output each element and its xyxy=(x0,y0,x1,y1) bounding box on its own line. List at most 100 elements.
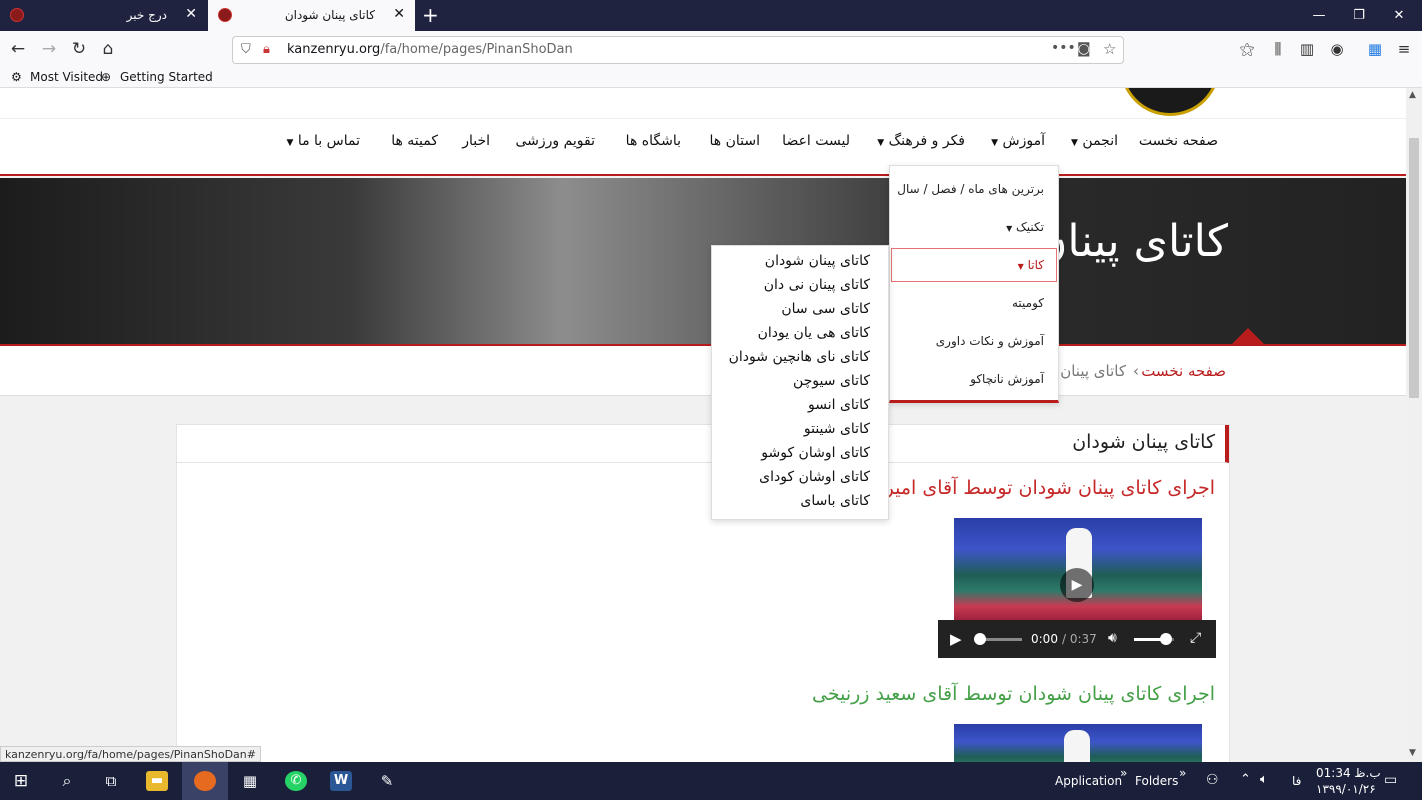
seek-track[interactable] xyxy=(980,638,1022,641)
sidebar-icon[interactable]: ▥ xyxy=(1296,39,1318,59)
kata-item[interactable]: کاتای اوشان کودای xyxy=(759,469,870,485)
url-text[interactable]: kanzenryu.org/fa/home/pages/PinanShoDan xyxy=(287,42,573,57)
file-explorer-icon[interactable]: ▬ xyxy=(146,771,168,791)
url-bar[interactable]: ⛉ 🔒︎ kanzenryu.org/fa/home/pages/PinanSh… xyxy=(232,36,1124,64)
scroll-up-icon[interactable]: ▲ xyxy=(1409,90,1416,100)
menu-item-provinces[interactable]: استان ها xyxy=(710,133,761,149)
calculator-icon[interactable]: ▦ xyxy=(239,771,261,791)
pocket-icon[interactable]: ◙ xyxy=(1077,41,1091,57)
chevron-icon[interactable]: » xyxy=(1120,766,1127,780)
forward-icon[interactable]: → xyxy=(38,39,60,59)
caret-down-icon: ▼ xyxy=(1017,262,1024,271)
scrollbar-thumb[interactable] xyxy=(1409,138,1419,398)
menu-item-association[interactable]: انجمن ▼ xyxy=(1071,133,1118,149)
scroll-down-icon[interactable]: ▼ xyxy=(1409,748,1416,758)
windows-start-icon[interactable]: ⊞ xyxy=(10,771,32,791)
kata-item[interactable]: کاتای انسو xyxy=(808,397,870,413)
shield-icon[interactable]: ⛉ xyxy=(241,42,251,57)
dropdown-item-technique[interactable]: تکنیک ▼ xyxy=(1006,220,1044,234)
url-path: /fa/home/pages/PinanShoDan xyxy=(380,42,573,57)
clock-time[interactable]: 01:34 ب.ظ xyxy=(1316,766,1381,780)
dropdown-item-kata[interactable]: کاتا ▼ xyxy=(1018,258,1044,272)
video-controls-1: ▶ 0:00 / 0:37 🔊︎ ⤢ xyxy=(938,620,1216,658)
word-icon[interactable]: W xyxy=(330,771,352,791)
kata-item[interactable]: کاتای پینان نی دان xyxy=(764,277,870,293)
video-title-2[interactable]: اجرای کاتای پینان شودان توسط آقای سعید ز… xyxy=(812,683,1215,705)
dropdown-item-nunchaku[interactable]: آموزش نانچاکو xyxy=(970,372,1044,386)
play-overlay-icon[interactable]: ▶ xyxy=(1060,568,1094,602)
bookmark-getting-started[interactable]: Getting Started xyxy=(120,70,213,84)
search-icon[interactable]: ⌕ xyxy=(56,771,78,791)
tab-active[interactable]: کاتای پینان شودان ✕ xyxy=(208,0,415,31)
clock-date[interactable]: ۱۳۹۹/۰۱/۲۶ xyxy=(1316,782,1376,796)
people-icon[interactable]: ⚇ xyxy=(1206,772,1219,788)
fullscreen-icon[interactable]: ⤢ xyxy=(1190,630,1201,646)
video-player-1[interactable]: ▶ xyxy=(954,518,1202,622)
whatsapp-icon[interactable]: ✆ xyxy=(285,771,307,791)
tab-inactive[interactable]: درج خبر ✕ xyxy=(0,0,207,31)
hero-banner: کاتای پینان شودان xyxy=(0,178,1406,346)
paint-icon[interactable]: ✎ xyxy=(376,771,398,791)
menu-item-home[interactable]: صفحه نخست xyxy=(1139,133,1218,149)
taskbar-toolbar-application[interactable]: Application xyxy=(1055,774,1122,788)
breadcrumb-home[interactable]: صفحه نخست xyxy=(1141,362,1226,380)
bookmark-most-visited[interactable]: Most Visited xyxy=(30,70,103,84)
menu-icon[interactable]: ≡ xyxy=(1393,39,1415,59)
menu-item-members[interactable]: لیست اعضا xyxy=(782,133,850,149)
volume-icon[interactable]: 🔊︎ xyxy=(1108,630,1117,646)
menu-item-calendar[interactable]: تقویم ورزشی xyxy=(515,133,595,149)
extensions-icon[interactable]: ▦ xyxy=(1364,39,1386,59)
bookmarks-toolbar: ⚙ Most Visited ⊕ Getting Started xyxy=(0,67,1422,88)
kata-item[interactable]: کاتای سی سان xyxy=(781,301,870,317)
kata-item[interactable]: کاتای باسای xyxy=(800,493,870,509)
breadcrumb-separator: › xyxy=(1133,362,1139,380)
tray-expand-icon[interactable]: ⌃ xyxy=(1240,772,1251,787)
page-scrollbar[interactable]: ▲ ▼ xyxy=(1406,88,1422,762)
hero-marker xyxy=(1230,328,1266,346)
bookmark-star-icon[interactable]: ☆ xyxy=(1103,40,1116,58)
taskbar-toolbar-folders[interactable]: Folders xyxy=(1135,774,1178,788)
menu-item-committees[interactable]: کمیته ها xyxy=(391,133,438,149)
reading-list-icon[interactable]: ⚝ xyxy=(1236,39,1258,59)
kata-item[interactable]: کاتای نای هانچین شودان xyxy=(729,349,870,365)
kata-item[interactable]: کاتای اوشان کوشو xyxy=(761,445,870,461)
volume-handle[interactable] xyxy=(1160,633,1172,645)
kata-item[interactable]: کاتای هی یان یودان xyxy=(758,325,870,341)
firefox-icon xyxy=(194,771,216,791)
more-icon[interactable]: ••• xyxy=(1051,40,1076,56)
reload-icon[interactable]: ↻ xyxy=(68,39,90,59)
play-icon[interactable]: ▶ xyxy=(950,630,962,648)
current-time: 0:00 xyxy=(1031,632,1058,646)
task-view-icon[interactable]: ⧉ xyxy=(100,771,122,791)
tab-close-icon[interactable]: ✕ xyxy=(185,6,197,22)
dropdown-item-judging[interactable]: آموزش و نکات داوری xyxy=(936,334,1044,348)
kata-item[interactable]: کاتای سیوچن xyxy=(793,373,870,389)
menu-item-training[interactable]: آموزش ▼ xyxy=(991,133,1045,149)
windows-taskbar: ⊞ ⌕ ⧉ ▬ ▦ ✆ W ✎ Application » Folders » … xyxy=(0,762,1422,800)
tab-close-icon[interactable]: ✕ xyxy=(393,6,405,22)
window-close-icon[interactable]: ✕ xyxy=(1376,0,1422,31)
menu-item-culture[interactable]: فکر و فرهنگ ▼ xyxy=(877,133,965,149)
menu-item-news[interactable]: اخبار xyxy=(462,133,490,149)
menu-item-clubs[interactable]: باشگاه ها xyxy=(626,133,681,149)
kata-item[interactable]: کاتای پینان شودان xyxy=(765,253,870,269)
dropdown-item-kumite[interactable]: کومیته xyxy=(1012,296,1044,310)
language-indicator[interactable]: فا xyxy=(1292,774,1301,788)
main-menu: صفحه نخست انجمن ▼ آموزش ▼ فکر و فرهنگ ▼ … xyxy=(0,118,1406,176)
menu-item-contact[interactable]: تماس با ما ▼ xyxy=(286,133,360,149)
back-icon[interactable]: ← xyxy=(7,39,29,59)
account-icon[interactable]: ◉ xyxy=(1326,39,1348,59)
firefox-taskbar-active[interactable] xyxy=(182,762,228,800)
insecure-lock-icon[interactable]: 🔒︎ xyxy=(263,42,270,57)
notifications-icon[interactable]: ▭ xyxy=(1384,772,1397,788)
chevron-icon[interactable]: » xyxy=(1179,766,1186,780)
home-icon[interactable]: ⌂ xyxy=(97,39,119,59)
volume-muted-icon[interactable]: 🔈︎ xyxy=(1260,772,1268,787)
dropdown-item-top-players[interactable]: برترین های ماه / فصل / سال xyxy=(897,182,1044,196)
globe-icon: ⊕ xyxy=(101,70,112,84)
video-player-2[interactable] xyxy=(954,724,1202,762)
library-icon[interactable]: ⫼ xyxy=(1267,39,1289,59)
kata-item[interactable]: کاتای شینتو xyxy=(804,421,870,437)
new-tab-button[interactable]: + xyxy=(422,3,439,27)
seek-handle[interactable] xyxy=(974,633,986,645)
